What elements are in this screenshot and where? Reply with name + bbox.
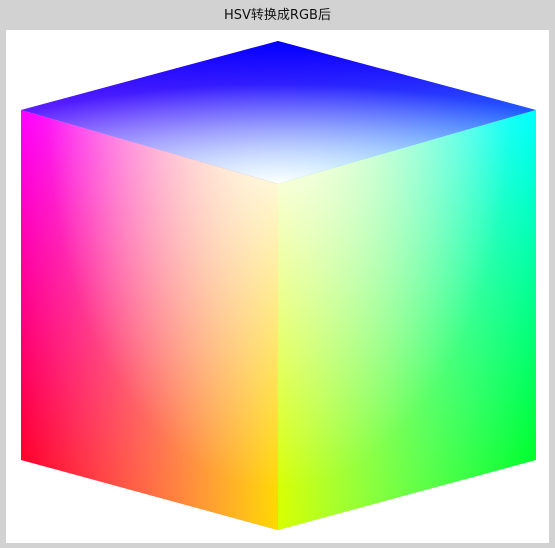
window-title: HSV转换成RGB后 bbox=[224, 7, 331, 23]
cube-right-face bbox=[278, 110, 536, 530]
canvas-area bbox=[6, 30, 549, 543]
rgb-cube bbox=[21, 41, 536, 530]
title-bar: HSV转换成RGB后 bbox=[0, 0, 555, 30]
cube-left-face bbox=[21, 110, 278, 530]
